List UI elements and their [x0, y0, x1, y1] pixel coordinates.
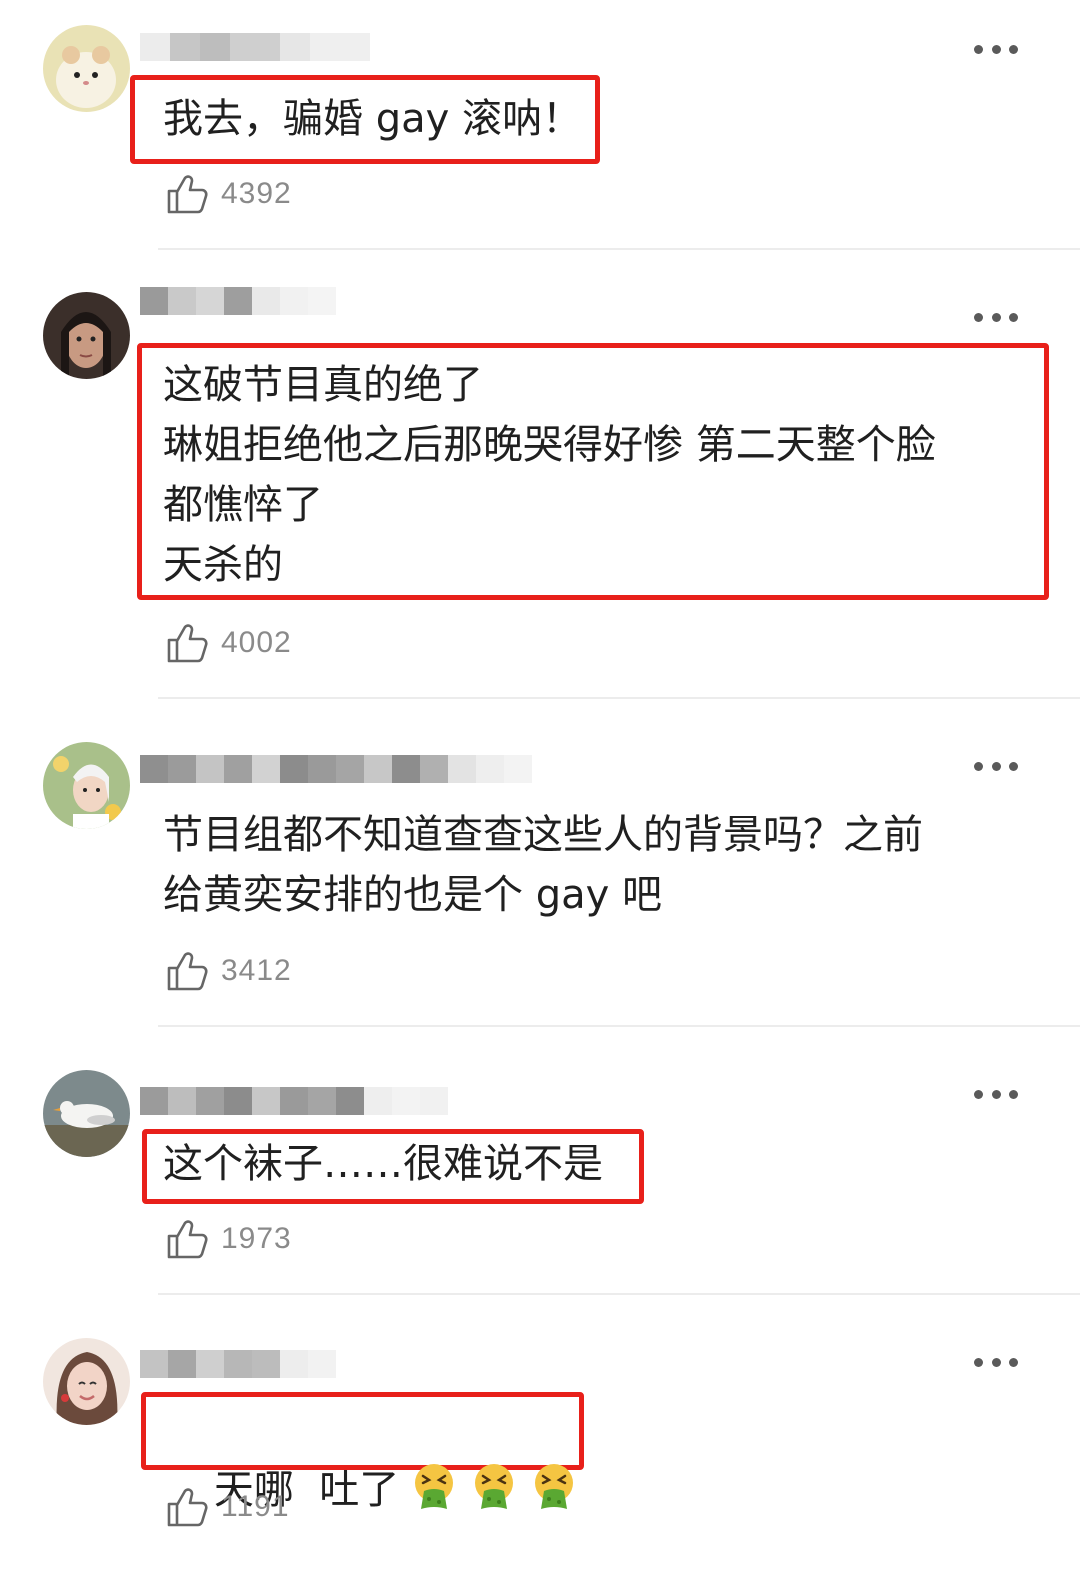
vomiting-face-emoji: [535, 1464, 574, 1509]
comment-item: 这个袜子……很难说不是 1973: [0, 1027, 1080, 1295]
comment-item: 节目组都不知道查查这些人的背景吗？之前 给黄奕安排的也是个 gay 吧 3412: [0, 700, 1080, 1027]
like-count: 3412: [221, 954, 292, 987]
more-options-icon[interactable]: [974, 1088, 1018, 1100]
username-blurred[interactable]: [140, 28, 400, 66]
vomiting-face-emoji: [475, 1464, 514, 1509]
like-button[interactable]: 3412: [165, 949, 292, 993]
username-blurred[interactable]: [140, 1345, 460, 1383]
like-button[interactable]: 4392: [165, 172, 292, 216]
like-count: 4002: [221, 626, 292, 659]
like-button[interactable]: 1973: [165, 1217, 292, 1261]
comment-text: 节目组都不知道查查这些人的背景吗？之前 给黄奕安排的也是个 gay 吧: [163, 812, 923, 918]
thumbs-up-icon: [167, 1488, 208, 1527]
more-options-icon[interactable]: [974, 760, 1018, 772]
like-count: 1191: [221, 1490, 290, 1523]
username-blurred[interactable]: [140, 1082, 540, 1120]
comment-item: 天哪 吐了 1191: [0, 1295, 1080, 1539]
more-options-icon[interactable]: [974, 43, 1018, 55]
comment-text: 这破节目真的绝了 琳姐拒绝他之后那晚哭得好惨 第二天整个脸 都憔悴了 天杀的: [163, 362, 936, 588]
avatar[interactable]: [43, 742, 130, 829]
like-count: 1973: [221, 1222, 292, 1255]
avatar[interactable]: [43, 25, 130, 112]
avatar[interactable]: [43, 292, 130, 379]
thumbs-up-icon: [167, 624, 208, 663]
comment-item: 我去，骗婚 gay 滚呐！ 4392: [0, 0, 1080, 250]
avatar[interactable]: [43, 1338, 130, 1425]
more-options-icon[interactable]: [974, 311, 1018, 323]
username-blurred[interactable]: [140, 282, 400, 320]
comment-item: 这破节目真的绝了 琳姐拒绝他之后那晚哭得好惨 第二天整个脸 都憔悴了 天杀的 4…: [0, 250, 1080, 700]
thumbs-up-icon: [167, 1220, 208, 1259]
thumbs-up-icon: [167, 952, 208, 991]
vomiting-face-emoji: [415, 1464, 454, 1509]
comment-text: 我去，骗婚 gay 滚呐！: [163, 96, 583, 142]
avatar[interactable]: [43, 1070, 130, 1157]
comment-text: 这个袜子……很难说不是: [163, 1141, 603, 1187]
more-options-icon[interactable]: [974, 1356, 1018, 1368]
like-count: 4392: [221, 177, 292, 210]
username-blurred[interactable]: [140, 750, 580, 788]
like-button[interactable]: 1191: [165, 1485, 290, 1529]
divider: [158, 697, 1080, 699]
thumbs-up-icon: [167, 175, 208, 214]
like-button[interactable]: 4002: [165, 621, 292, 665]
